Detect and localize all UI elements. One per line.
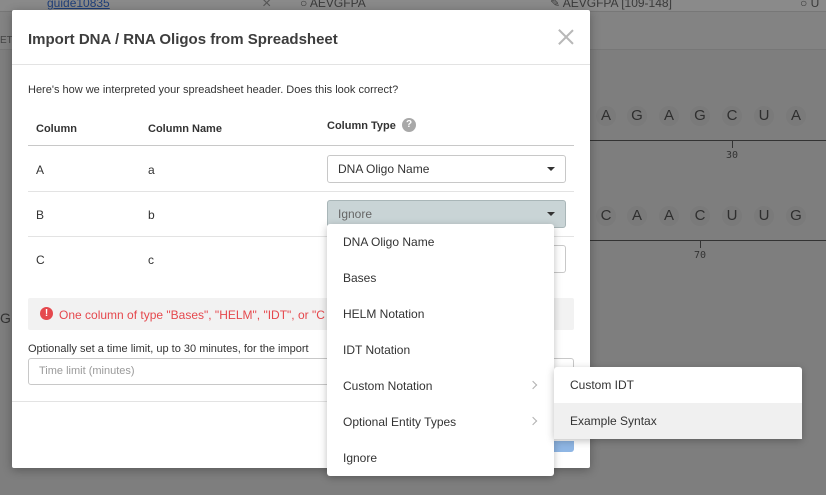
sequence-axis	[590, 240, 826, 241]
sequence-base: G	[690, 106, 710, 126]
sequence-base: G	[627, 106, 647, 126]
row-column-name: b	[148, 208, 155, 222]
sequence-tick-label: 30	[726, 150, 739, 161]
submenu-item-example-syntax[interactable]: Example Syntax	[554, 403, 802, 439]
modal-header: Import DNA / RNA Oligos from Spreadsheet	[12, 10, 590, 65]
sequence-base: U	[754, 206, 774, 226]
menu-item-ignore[interactable]: Ignore	[327, 440, 554, 476]
chevron-down-icon	[547, 212, 555, 216]
time-limit-placeholder: Time limit (minutes)	[39, 365, 135, 377]
column-type-dropdown: DNA Oligo Name Bases HELM Notation IDT N…	[327, 224, 554, 476]
column-type-select-a[interactable]: DNA Oligo Name	[327, 155, 566, 183]
row-column-letter: A	[36, 163, 45, 177]
sequence-base: A	[596, 106, 616, 126]
sequence-tick-label: 70	[694, 250, 707, 261]
row-column-name: a	[148, 163, 155, 177]
error-icon: !	[40, 307, 53, 320]
help-icon[interactable]: ?	[402, 118, 416, 132]
menu-item-bases[interactable]: Bases	[327, 260, 554, 296]
chevron-down-icon	[547, 167, 555, 171]
sequence-base: G	[786, 206, 806, 226]
sequence-base: A	[627, 206, 647, 226]
sequence-base: A	[659, 206, 679, 226]
sequence-base: U	[754, 106, 774, 126]
time-limit-label: Optionally set a time limit, up to 30 mi…	[28, 343, 309, 355]
select-value: DNA Oligo Name	[338, 162, 430, 176]
sequence-base: C	[690, 206, 710, 226]
header-column-type: Column Type	[327, 120, 396, 132]
chevron-right-icon	[528, 380, 538, 390]
menu-item-optional-entity-types[interactable]: Optional Entity Types	[327, 404, 554, 440]
sequence-base: A	[786, 106, 806, 126]
sequence-base: C	[722, 106, 742, 126]
submit-button[interactable]	[553, 441, 574, 452]
header-column: Column	[36, 123, 77, 135]
sequence-base: A	[659, 106, 679, 126]
close-icon[interactable]	[557, 28, 575, 46]
menu-item-idt-notation[interactable]: IDT Notation	[327, 332, 554, 368]
column-type-select-c[interactable]	[552, 245, 566, 273]
background-tab-u[interactable]: ○ U	[800, 0, 819, 12]
submenu-item-custom-idt[interactable]: Custom IDT	[554, 367, 802, 403]
background-left-glyph: G	[0, 310, 11, 326]
row-column-letter: C	[36, 253, 45, 267]
header-column-name: Column Name	[148, 123, 222, 135]
table-header-divider	[28, 145, 574, 146]
error-message: One column of type "Bases", "HELM", "IDT…	[59, 308, 325, 322]
row-column-name: c	[148, 253, 154, 267]
custom-notation-submenu: Custom IDT Example Syntax	[554, 367, 802, 439]
chevron-right-icon	[528, 416, 538, 426]
modal-title: Import DNA / RNA Oligos from Spreadsheet	[28, 31, 338, 48]
menu-item-dna-oligo-name[interactable]: DNA Oligo Name	[327, 224, 554, 260]
sequence-tick	[700, 240, 701, 248]
menu-item-custom-notation[interactable]: Custom Notation	[327, 368, 554, 404]
sequence-tick	[732, 140, 733, 148]
select-value: Ignore	[338, 207, 373, 221]
sequence-base: C	[596, 206, 616, 226]
sequence-base: U	[722, 206, 742, 226]
modal-intro-text: Here's how we interpreted your spreadshe…	[28, 84, 399, 96]
menu-item-helm-notation[interactable]: HELM Notation	[327, 296, 554, 332]
table-row-divider	[28, 191, 574, 192]
row-column-letter: B	[36, 208, 45, 222]
sequence-axis	[590, 140, 826, 141]
